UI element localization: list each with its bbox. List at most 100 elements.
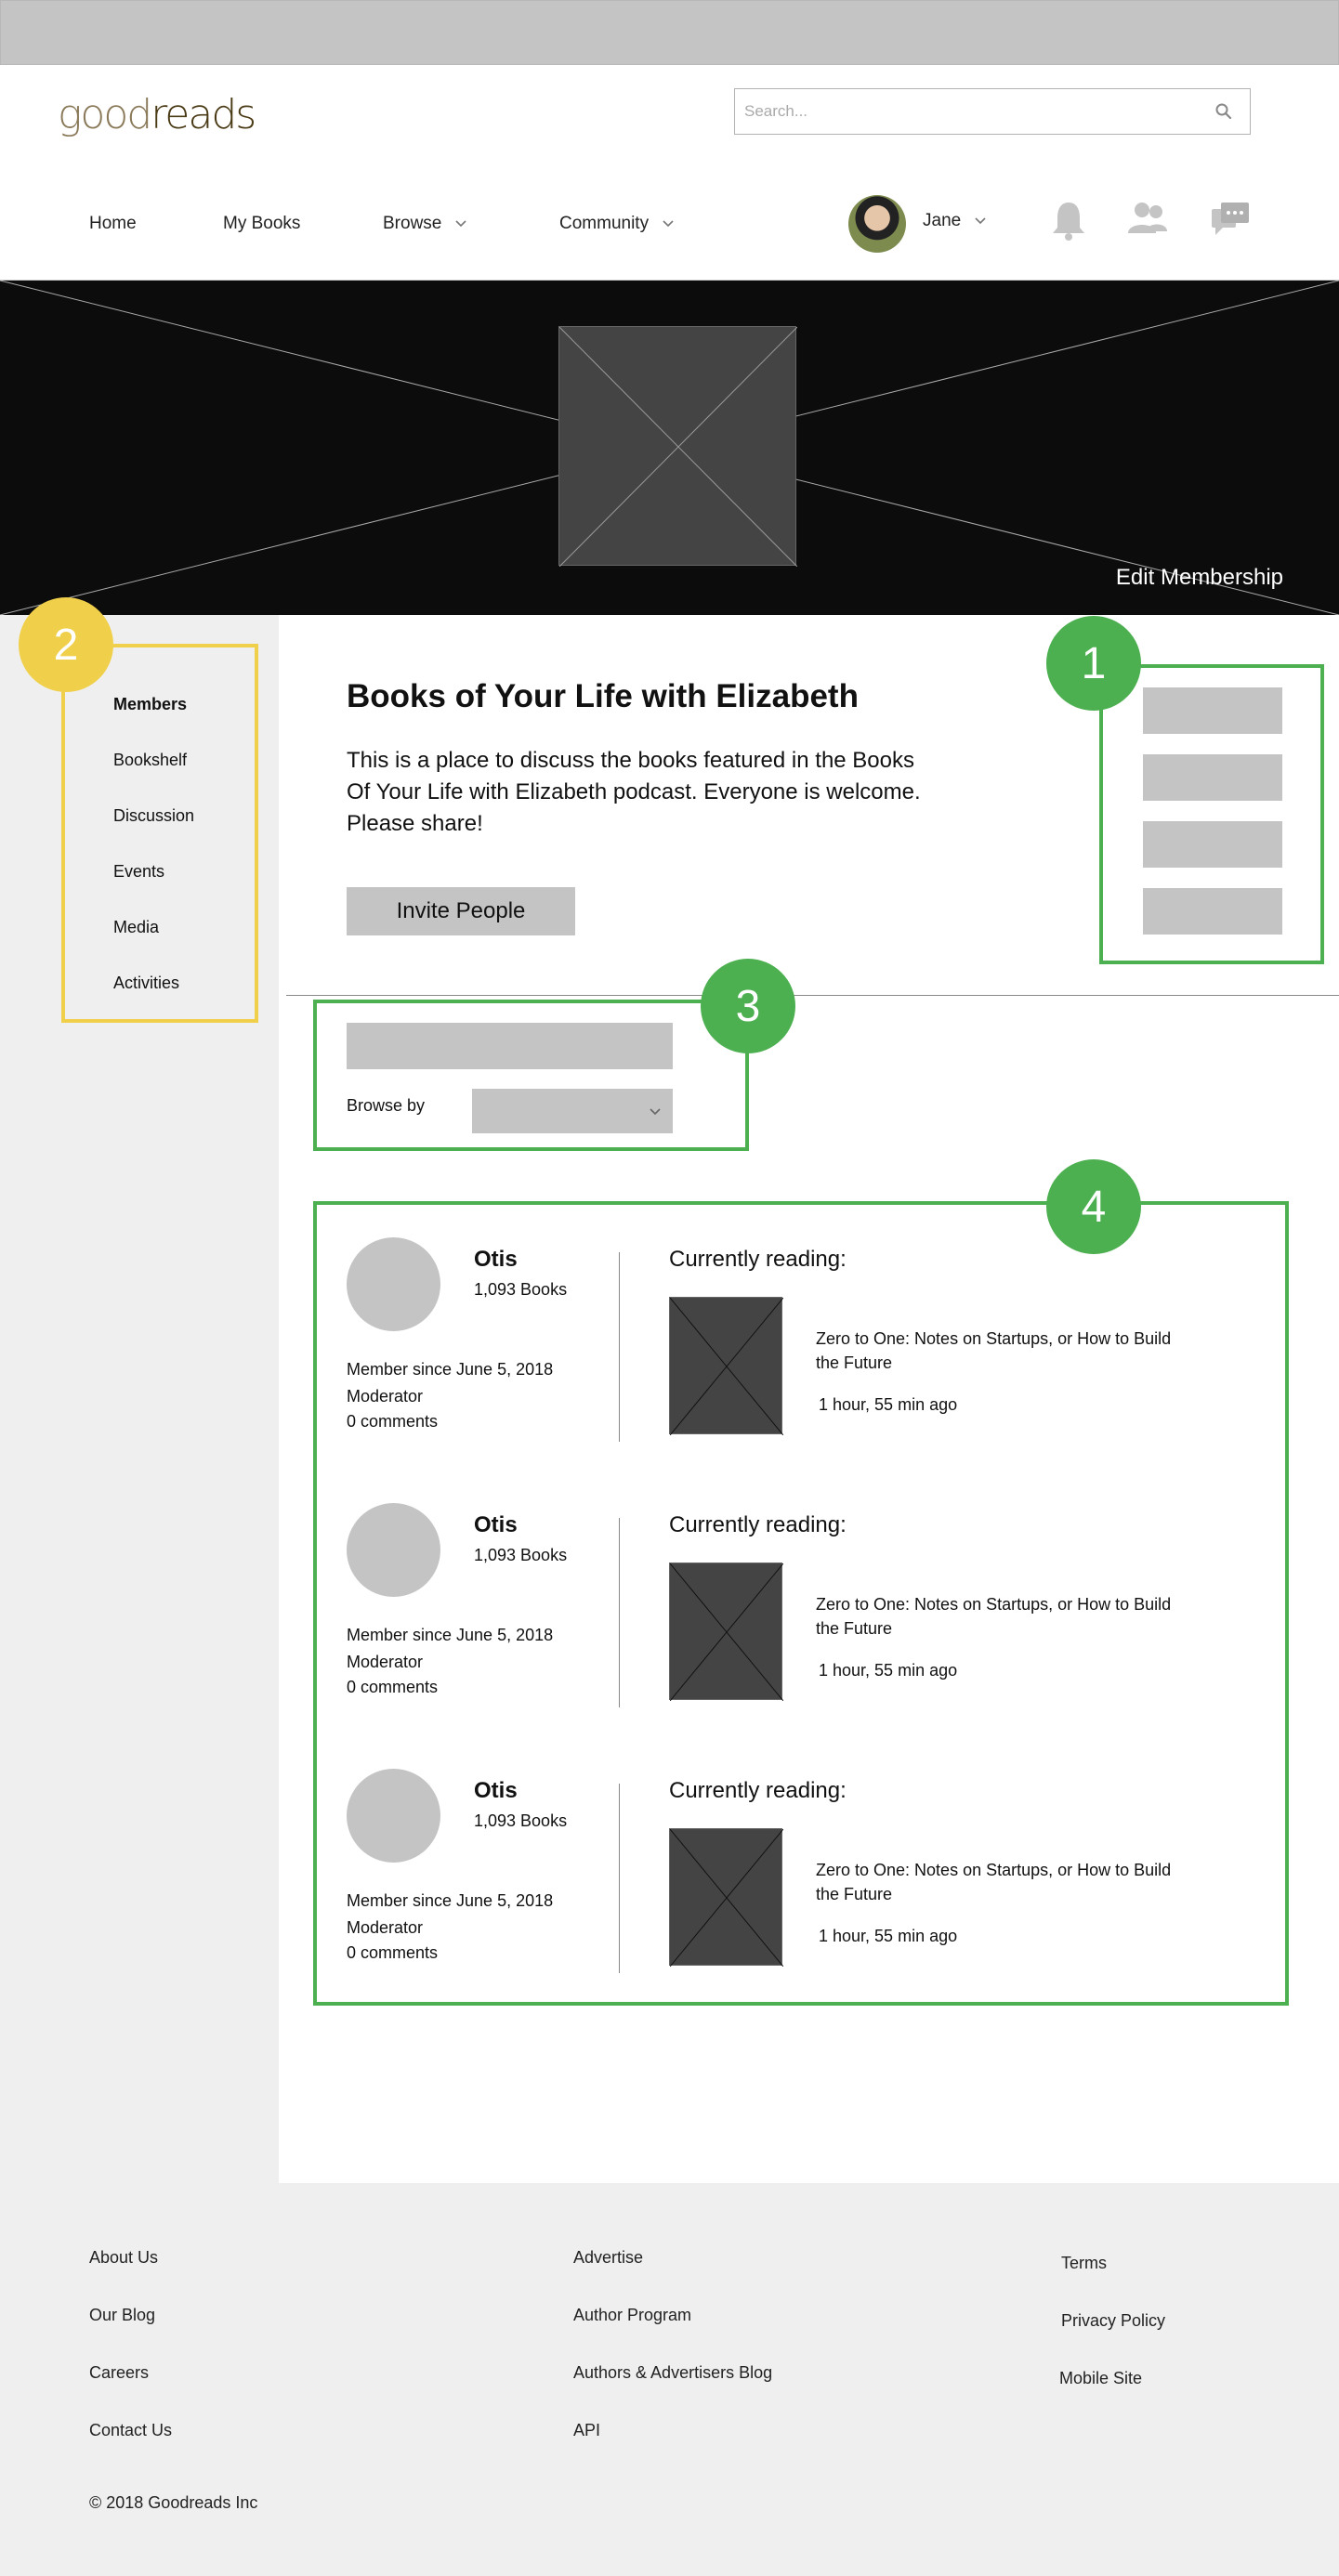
image-placeholder-icon xyxy=(670,1298,783,1435)
member-name[interactable]: Otis xyxy=(474,1247,518,1273)
browse-by-label: Browse by xyxy=(347,1096,426,1115)
chevron-down-icon xyxy=(455,220,466,228)
sidebar-item-events[interactable]: Events xyxy=(113,862,164,882)
footer-link-terms[interactable]: Terms xyxy=(1061,2254,1107,2273)
chevron-down-icon xyxy=(663,220,674,228)
currently-reading-label: Currently reading: xyxy=(669,1512,847,1537)
sidebar-item-members[interactable]: Members xyxy=(113,695,187,714)
member-card: Otis 1,093 Books Member since June 5, 20… xyxy=(347,1237,1257,1451)
image-placeholder-icon xyxy=(670,1829,783,1967)
chevron-down-icon xyxy=(650,1108,661,1116)
member-card: Otis 1,093 Books Member since June 5, 20… xyxy=(347,1503,1257,1717)
sidebar-item-discussion[interactable]: Discussion xyxy=(113,806,194,826)
logo-text-reads: reads xyxy=(151,91,256,138)
chevron-down-icon xyxy=(975,217,986,225)
member-since: Member since June 5, 2018 xyxy=(347,1891,554,1910)
footer-link-author-program[interactable]: Author Program xyxy=(573,2306,691,2325)
search-box xyxy=(734,88,1251,135)
annotation-badge-2: 2 xyxy=(19,597,113,692)
search-input[interactable] xyxy=(744,98,1190,124)
nav-community[interactable]: Community xyxy=(559,214,675,234)
reading-timestamp: 1 hour, 55 min ago xyxy=(819,1395,958,1414)
image-placeholder-icon xyxy=(559,327,797,567)
action-placeholder-button[interactable] xyxy=(1143,754,1282,801)
member-role: Moderator xyxy=(347,1918,424,1937)
member-role: Moderator xyxy=(347,1653,424,1671)
book-title[interactable]: Zero to One: Notes on Startups, or How t… xyxy=(816,1858,1188,1906)
book-title[interactable]: Zero to One: Notes on Startups, or How t… xyxy=(816,1592,1188,1641)
footer-link-api[interactable]: API xyxy=(573,2421,600,2440)
member-book-count[interactable]: 1,093 Books xyxy=(474,1280,567,1300)
member-since: Member since June 5, 2018 xyxy=(347,1360,554,1379)
member-name[interactable]: Otis xyxy=(474,1512,518,1538)
footer-link-about-us[interactable]: About Us xyxy=(89,2248,158,2268)
footer-link-our-blog[interactable]: Our Blog xyxy=(89,2306,155,2325)
nav-home-label: Home xyxy=(89,214,137,233)
member-since: Member since June 5, 2018 xyxy=(347,1626,554,1644)
site-footer: About Us Our Blog Careers Contact Us Adv… xyxy=(0,2183,1339,2576)
nav-community-label: Community xyxy=(559,214,650,233)
edit-membership-link[interactable]: Edit Membership xyxy=(1116,565,1283,591)
nav-browse[interactable]: Browse xyxy=(383,214,467,234)
member-avatar[interactable] xyxy=(347,1503,440,1597)
nav-browse-label: Browse xyxy=(383,214,442,233)
invite-people-button[interactable]: Invite People xyxy=(347,887,575,935)
footer-link-mobile-site[interactable]: Mobile Site xyxy=(1059,2369,1142,2388)
member-comments[interactable]: 0 comments xyxy=(347,1412,438,1432)
footer-copyright: © 2018 Goodreads Inc xyxy=(89,2493,258,2512)
group-title: Books of Your Life with Elizabeth xyxy=(347,678,859,714)
group-banner: Edit Membership xyxy=(0,281,1339,615)
banner-image-placeholder xyxy=(558,326,797,567)
member-divider xyxy=(619,1518,620,1707)
user-name: Jane xyxy=(923,211,962,230)
user-avatar[interactable] xyxy=(848,195,906,253)
browser-top-bar xyxy=(0,0,1339,65)
reading-timestamp: 1 hour, 55 min ago xyxy=(819,1927,958,1945)
book-cover[interactable] xyxy=(669,1828,783,1967)
book-cover[interactable] xyxy=(669,1297,783,1435)
footer-link-advertise[interactable]: Advertise xyxy=(573,2248,643,2268)
bell-icon[interactable] xyxy=(1050,200,1087,242)
goodreads-logo[interactable]: goodreads xyxy=(58,91,256,138)
browse-by-select[interactable] xyxy=(472,1089,673,1133)
sidebar-item-bookshelf[interactable]: Bookshelf xyxy=(113,751,187,770)
reading-timestamp: 1 hour, 55 min ago xyxy=(819,1661,958,1680)
currently-reading-label: Currently reading: xyxy=(669,1247,847,1272)
footer-link-privacy-policy[interactable]: Privacy Policy xyxy=(1061,2311,1165,2331)
nav-my-books[interactable]: My Books xyxy=(223,214,300,234)
footer-link-authors-advertisers-blog[interactable]: Authors & Advertisers Blog xyxy=(573,2363,772,2383)
action-placeholder-button[interactable] xyxy=(1143,821,1282,868)
footer-link-careers[interactable]: Careers xyxy=(89,2363,149,2383)
member-book-count[interactable]: 1,093 Books xyxy=(474,1546,567,1565)
sidebar-item-media[interactable]: Media xyxy=(113,918,159,937)
messages-icon[interactable] xyxy=(1210,200,1251,237)
currently-reading-label: Currently reading: xyxy=(669,1778,847,1803)
annotation-badge-1: 1 xyxy=(1046,616,1141,711)
annotation-badge-3: 3 xyxy=(701,959,795,1053)
member-comments[interactable]: 0 comments xyxy=(347,1943,438,1963)
nav-my-books-label: My Books xyxy=(223,214,301,233)
user-menu[interactable]: Jane xyxy=(923,211,987,231)
image-placeholder-icon xyxy=(670,1563,783,1701)
search-icon[interactable] xyxy=(1214,102,1233,121)
footer-link-contact-us[interactable]: Contact Us xyxy=(89,2421,172,2440)
logo-text-good: good xyxy=(58,91,152,138)
member-divider xyxy=(619,1784,620,1973)
action-placeholder-button[interactable] xyxy=(1143,687,1282,734)
member-comments[interactable]: 0 comments xyxy=(347,1678,438,1697)
member-book-count[interactable]: 1,093 Books xyxy=(474,1811,567,1831)
action-placeholder-button[interactable] xyxy=(1143,888,1282,935)
member-card: Otis 1,093 Books Member since June 5, 20… xyxy=(347,1769,1257,1982)
book-title[interactable]: Zero to One: Notes on Startups, or How t… xyxy=(816,1327,1188,1375)
member-name[interactable]: Otis xyxy=(474,1778,518,1804)
member-avatar[interactable] xyxy=(347,1237,440,1331)
member-avatar[interactable] xyxy=(347,1769,440,1863)
section-divider xyxy=(286,995,1339,996)
sidebar-item-activities[interactable]: Activities xyxy=(113,974,179,993)
nav-home[interactable]: Home xyxy=(89,214,137,234)
member-role: Moderator xyxy=(347,1387,424,1406)
friends-icon[interactable] xyxy=(1126,200,1169,241)
member-divider xyxy=(619,1252,620,1442)
member-filter-input[interactable] xyxy=(347,1023,673,1069)
book-cover[interactable] xyxy=(669,1563,783,1701)
